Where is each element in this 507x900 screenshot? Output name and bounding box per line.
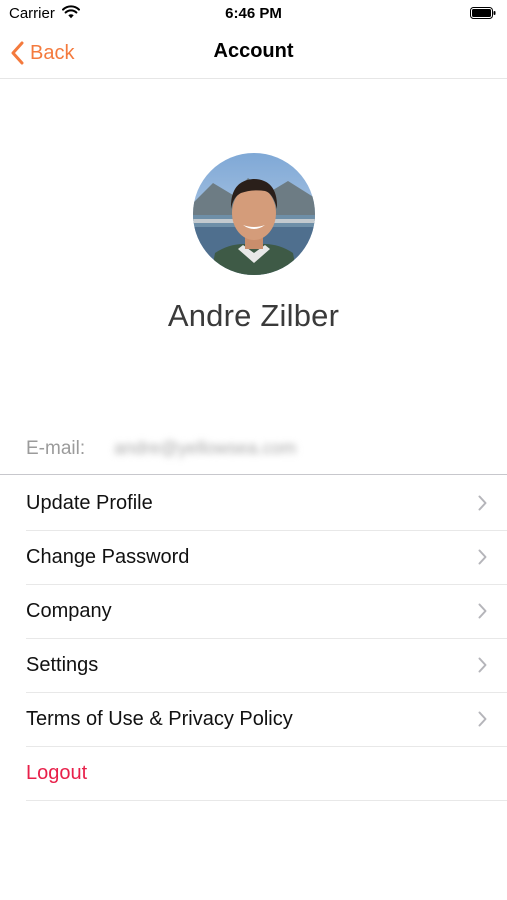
email-row: E-mail: andre@yellowsea.com: [0, 428, 507, 475]
menu-item-label: Settings: [26, 654, 99, 676]
menu-item-terms-privacy[interactable]: Terms of Use & Privacy Policy: [26, 693, 507, 747]
page-title: Account: [213, 40, 294, 62]
email-value: andre@yellowsea.com: [114, 438, 297, 458]
logout-label: Logout: [26, 762, 88, 784]
menu-item-company[interactable]: Company: [26, 585, 507, 639]
email-label: E-mail:: [26, 438, 86, 459]
chevron-right-icon: [478, 657, 487, 673]
battery-icon: [470, 7, 496, 19]
avatar[interactable]: [193, 153, 315, 275]
menu-item-label: Update Profile: [26, 492, 153, 514]
menu-item-settings[interactable]: Settings: [26, 639, 507, 693]
menu-item-change-password[interactable]: Change Password: [26, 531, 507, 585]
account-screen: Carrier 6:46 PM Back Account Andre Zilbe…: [0, 0, 507, 900]
menu-item-label: Terms of Use & Privacy Policy: [26, 708, 293, 730]
chevron-right-icon: [478, 495, 487, 511]
navigation-bar: Back Account: [0, 28, 507, 79]
menu-item-label: Change Password: [26, 546, 190, 568]
menu-item-update-profile[interactable]: Update Profile: [26, 477, 507, 531]
status-bar: Carrier 6:46 PM: [0, 0, 507, 28]
chevron-right-icon: [478, 711, 487, 727]
profile-name: Andre Zilber: [167, 298, 340, 333]
account-menu: Update Profile Change Password Company S…: [0, 477, 507, 801]
chevron-right-icon: [478, 549, 487, 565]
menu-item-label: Company: [26, 600, 112, 622]
status-time: 6:46 PM: [225, 5, 282, 22]
chevron-right-icon: [478, 603, 487, 619]
logout-button[interactable]: Logout: [26, 747, 507, 801]
